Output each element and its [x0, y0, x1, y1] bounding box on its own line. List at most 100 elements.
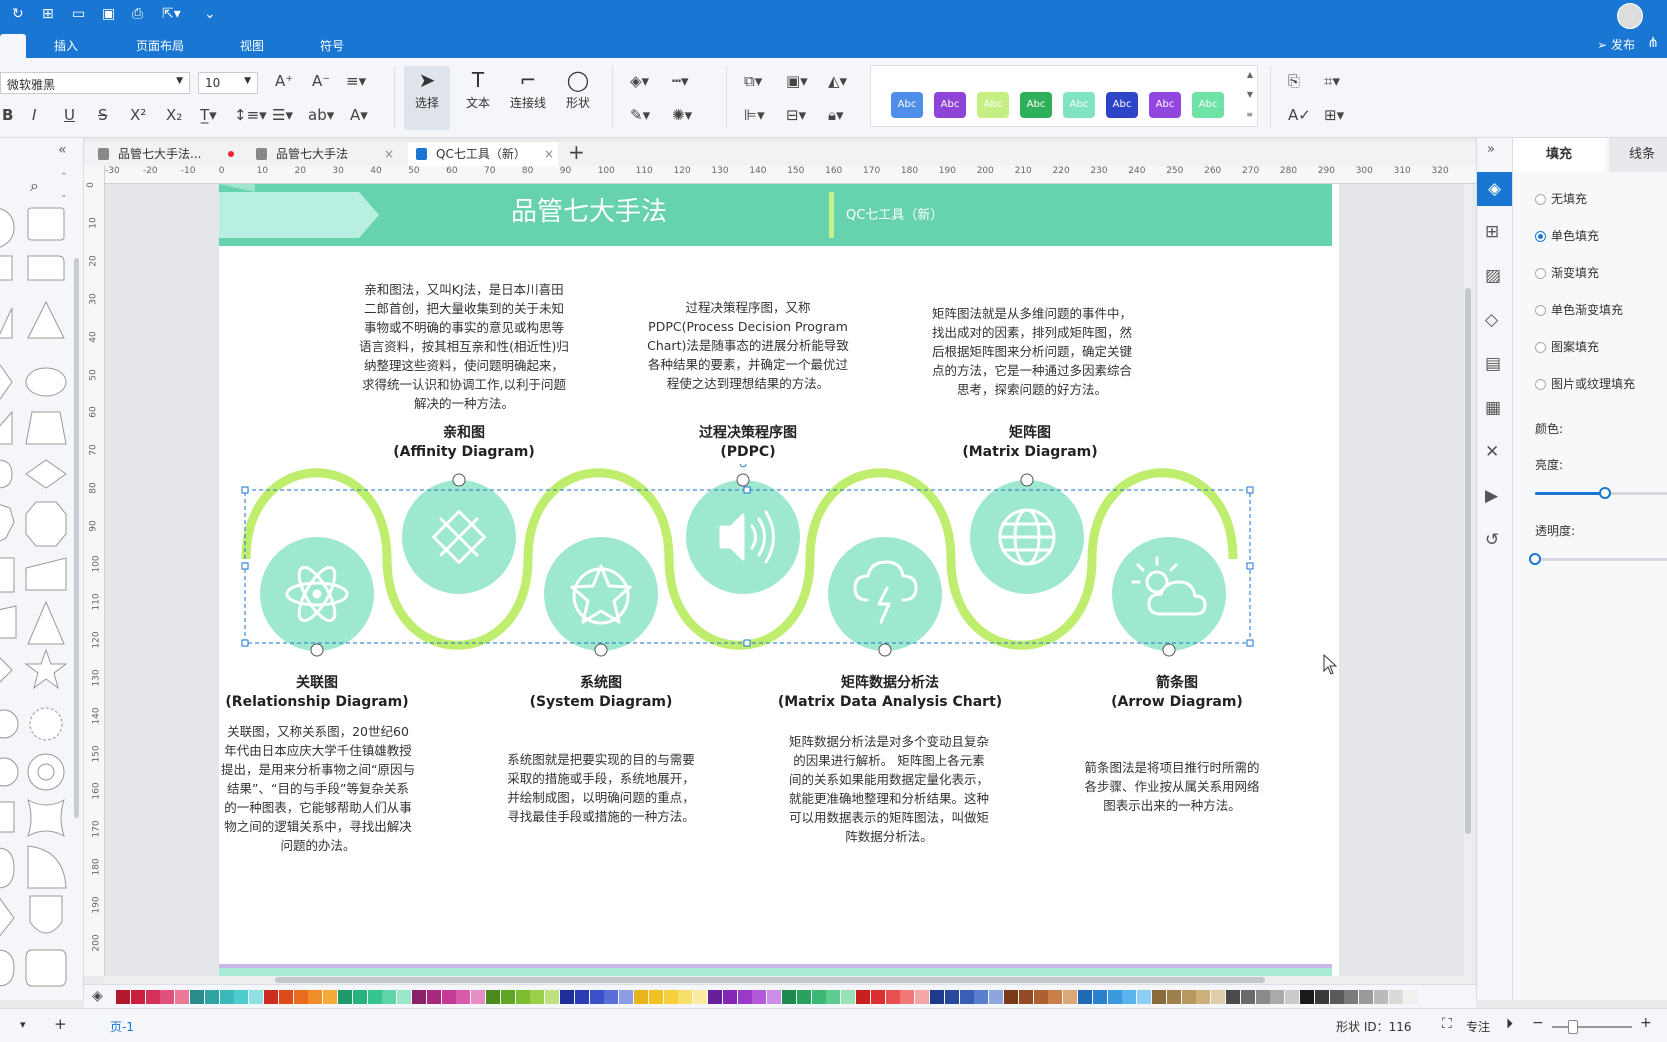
drawing-canvas[interactable]: 品管七大手法 QC七工具（新） 亲和图法，又叫KJ法，是日本川喜田二郎首创，把大…: [105, 184, 1469, 976]
palette-swatch[interactable]: [1063, 990, 1078, 1004]
open-folder-icon[interactable]: ▭: [72, 6, 85, 26]
focus-mode-button[interactable]: 专注: [1466, 1018, 1490, 1035]
opacity-slider[interactable]: [1529, 553, 1667, 565]
superscript-icon[interactable]: X²: [130, 106, 146, 124]
palette-swatch[interactable]: [1374, 990, 1388, 1004]
palette-swatch[interactable]: [930, 990, 944, 1004]
increase-font-icon[interactable]: A⁺: [275, 72, 293, 90]
palette-swatch[interactable]: [1018, 990, 1033, 1004]
palette-swatch[interactable]: [1344, 990, 1359, 1004]
text-tool-button[interactable]: T 文本: [456, 66, 500, 130]
palette-swatch[interactable]: [915, 990, 930, 1004]
menu-view[interactable]: 视图: [240, 37, 264, 54]
palette-swatch[interactable]: [1240, 990, 1255, 1004]
resize-handle[interactable]: [1246, 562, 1254, 570]
palette-swatch[interactable]: [1270, 990, 1285, 1004]
palette-swatch[interactable]: [1314, 990, 1329, 1004]
palette-swatch[interactable]: [219, 990, 234, 1004]
flip-icon[interactable]: ◭▾: [828, 72, 847, 90]
more-tools-icon[interactable]: ⊞▾: [1324, 106, 1344, 124]
fill-bucket-icon[interactable]: ◈: [92, 988, 103, 1004]
menu-start-tab[interactable]: [0, 34, 26, 58]
resize-handle[interactable]: [1246, 639, 1254, 647]
scroll-up-icon[interactable]: ▲: [1247, 70, 1253, 79]
palette-swatch[interactable]: [589, 990, 604, 1004]
connector-tool-button[interactable]: ⌐ 连接线: [504, 66, 552, 130]
palette-swatch[interactable]: [1033, 990, 1048, 1004]
scroll-down-icon[interactable]: ▼: [1247, 90, 1253, 99]
palette-swatch[interactable]: [900, 990, 915, 1004]
palette-swatch[interactable]: [826, 990, 841, 1004]
text-style-icon[interactable]: T̲▾: [200, 106, 217, 124]
menu-page-layout[interactable]: 页面布局: [136, 37, 184, 54]
palette-swatch[interactable]: [1078, 990, 1092, 1004]
bold-icon[interactable]: B: [2, 106, 13, 124]
palette-swatch[interactable]: [1048, 990, 1063, 1004]
resize-handle[interactable]: [743, 639, 751, 647]
palette-swatch[interactable]: [1226, 990, 1240, 1004]
palette-swatch[interactable]: [1137, 990, 1152, 1004]
palette-swatch[interactable]: [634, 990, 648, 1004]
palette-swatch[interactable]: [989, 990, 1004, 1004]
palette-swatch[interactable]: [441, 990, 456, 1004]
palette-swatch[interactable]: [471, 990, 486, 1004]
style-swatch-5[interactable]: Abc: [1063, 92, 1095, 118]
close-icon[interactable]: ×: [384, 142, 394, 166]
vertical-scrollbar[interactable]: [1464, 184, 1472, 984]
palette-swatch[interactable]: [323, 990, 338, 1004]
expand-gallery-icon[interactable]: ≡: [1246, 110, 1253, 119]
palette-swatch[interactable]: [796, 990, 811, 1004]
print-icon[interactable]: ⎙: [132, 6, 143, 26]
close-icon[interactable]: ×: [544, 142, 554, 166]
format-painter-icon[interactable]: A✓: [1288, 106, 1311, 124]
horizontal-scrollbar[interactable]: [105, 976, 1469, 984]
option-gradient-fill[interactable]: 渐变填充: [1535, 264, 1599, 281]
line-style-icon[interactable]: ┅▾: [672, 72, 689, 90]
add-page-icon[interactable]: +: [54, 1015, 67, 1033]
customize-toolbar-icon[interactable]: ⌄: [204, 6, 216, 26]
palette-swatch[interactable]: [234, 990, 249, 1004]
palette-swatch[interactable]: [382, 990, 397, 1004]
save-icon[interactable]: ▣: [102, 6, 115, 26]
data-icon[interactable]: ▦: [1485, 398, 1501, 418]
palette-swatch[interactable]: [308, 990, 323, 1004]
layers-icon[interactable]: ◇: [1485, 310, 1498, 330]
play-icon[interactable]: ⏵: [1506, 1016, 1513, 1032]
shuffle-icon[interactable]: ✕: [1485, 442, 1499, 462]
search-icon[interactable]: ⌕: [30, 176, 39, 196]
grid-icon[interactable]: ⊞: [1485, 222, 1499, 242]
palette-swatch[interactable]: [693, 990, 708, 1004]
palette-swatch[interactable]: [1329, 990, 1344, 1004]
palette-swatch[interactable]: [1004, 990, 1018, 1004]
palette-swatch[interactable]: [782, 990, 796, 1004]
palette-swatch[interactable]: [204, 990, 219, 1004]
palette-swatch[interactable]: [145, 990, 160, 1004]
tab-line[interactable]: 线条: [1609, 138, 1667, 172]
select-tool-button[interactable]: ➤ 选择: [404, 66, 450, 130]
tab-document-3[interactable]: QC七工具（新） ×: [408, 142, 558, 166]
option-solid-fill[interactable]: 单色填充: [1535, 227, 1599, 244]
tab-document-2[interactable]: 品管七大手法 ×: [248, 142, 398, 166]
palette-swatch[interactable]: [1403, 990, 1418, 1004]
palette-swatch[interactable]: [367, 990, 382, 1004]
palette-swatch[interactable]: [737, 990, 752, 1004]
collapse-panel-icon[interactable]: «: [58, 142, 67, 158]
palette-swatch[interactable]: [397, 990, 412, 1004]
palette-swatch[interactable]: [678, 990, 693, 1004]
bullet-list-icon[interactable]: ☰▾: [272, 106, 293, 124]
palette-swatch[interactable]: [1196, 990, 1211, 1004]
palette-swatch[interactable]: [338, 990, 352, 1004]
palette-swatch[interactable]: [1152, 990, 1166, 1004]
connection-point[interactable]: [1162, 643, 1176, 657]
palette-swatch[interactable]: [1211, 990, 1226, 1004]
text-align-icon[interactable]: ≡▾: [346, 72, 366, 90]
palette-swatch[interactable]: [811, 990, 826, 1004]
palette-swatch[interactable]: [486, 990, 500, 1004]
palette-swatch[interactable]: [648, 990, 663, 1004]
option-picture-fill[interactable]: 图片或纹理填充: [1535, 375, 1635, 392]
new-tab-icon[interactable]: +: [568, 140, 585, 164]
scroll-up-icon[interactable]: ⌃: [60, 172, 68, 182]
zoom-out-icon[interactable]: −: [1532, 1015, 1544, 1031]
palette-swatch[interactable]: [604, 990, 619, 1004]
palette-swatch[interactable]: [560, 990, 574, 1004]
